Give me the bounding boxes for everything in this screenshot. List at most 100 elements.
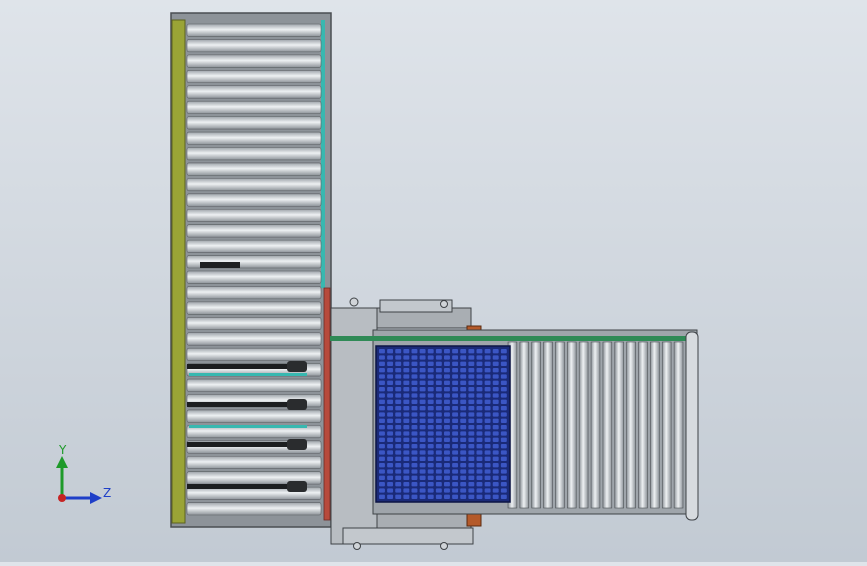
pallet-cell [419, 482, 426, 487]
pallet-cell [427, 368, 434, 373]
vertical-conveyor[interactable] [170, 12, 332, 528]
pallet-cell [379, 456, 385, 461]
pallet-cell [379, 412, 385, 417]
pallet-cell [395, 456, 402, 461]
pallet-cell [403, 406, 410, 411]
conveyor-assembly-model[interactable]: Y Z [0, 0, 867, 562]
pallet-cell [452, 393, 459, 398]
pallet-cell [460, 406, 467, 411]
roller [186, 224, 322, 238]
pallet-cell [419, 450, 426, 455]
pallet-cell [460, 387, 467, 392]
pallet-cell [468, 374, 475, 379]
pallet-cell [395, 482, 402, 487]
pallet-cell [435, 349, 442, 354]
pallet-cell [403, 475, 410, 480]
vertical-conveyor-cyan-rail [321, 20, 325, 288]
pallet-cell [476, 456, 483, 461]
pallet-cell [492, 387, 499, 392]
roller [186, 39, 322, 53]
pallet-cell [500, 444, 507, 449]
pallet-cell [476, 418, 483, 423]
pallet-cell [419, 463, 426, 468]
pallet-cell [476, 355, 483, 360]
pallet-cell [395, 374, 402, 379]
roller [186, 455, 322, 469]
pallet-cell [460, 456, 467, 461]
pallet-cell [476, 368, 483, 373]
pallet-cell [460, 361, 467, 366]
roller [555, 341, 565, 509]
pallet-cell [387, 412, 394, 417]
plastic-pallet[interactable] [375, 345, 511, 503]
pallet-cell [387, 437, 394, 442]
roller [602, 341, 613, 509]
pallet-cell [468, 431, 475, 436]
pallet-cell [427, 355, 434, 360]
pallet-cell [492, 463, 499, 468]
pallet-cell [476, 488, 483, 493]
pallet-cell [444, 418, 450, 423]
pallet-cell [460, 399, 467, 404]
pallet-cell [427, 488, 434, 493]
pallet-cell [411, 450, 418, 455]
pallet-cell [468, 393, 475, 398]
pallet-cell [484, 450, 491, 455]
pallet-cell [395, 450, 402, 455]
pallet-cell [492, 418, 499, 423]
pallet-cell [476, 361, 483, 366]
pallet-cell [403, 355, 410, 360]
pallet-cell [395, 380, 402, 385]
pallet-cell [411, 482, 418, 487]
cyan-guide [189, 425, 307, 428]
pallet-cell [452, 482, 459, 487]
pallet-cell [411, 494, 418, 499]
pallet-cell [419, 425, 426, 430]
motor-icon [287, 481, 307, 492]
pallet-cell [411, 475, 418, 480]
pallet-cell [387, 494, 394, 499]
pallet-cell [403, 488, 410, 493]
bolt-icon [440, 542, 448, 550]
cad-viewport[interactable]: Y Z [0, 0, 867, 562]
pallet-cell [427, 387, 434, 392]
pallet-cell [395, 393, 402, 398]
pallet-cell [500, 380, 507, 385]
pallet-cell [411, 374, 418, 379]
pallet-cell [395, 475, 402, 480]
pallet-cell [427, 349, 434, 354]
pallet-cell [387, 418, 394, 423]
pallet-cell [427, 494, 434, 499]
pallet-cell [419, 380, 426, 385]
pallet-cell [411, 444, 418, 449]
pallet-cell [444, 399, 450, 404]
pallet-cell [419, 456, 426, 461]
pallet-cell [403, 469, 410, 474]
pallet-cell [476, 380, 483, 385]
pallet-cell [484, 412, 491, 417]
pallet-cell [460, 349, 467, 354]
pallet-cell [468, 355, 475, 360]
roller [186, 116, 322, 130]
pallet-cell [468, 418, 475, 423]
pallet-cell [379, 475, 385, 480]
cyan-guide [189, 373, 307, 376]
pallet-cell [403, 425, 410, 430]
pallet-cell [395, 488, 402, 493]
origin-icon [58, 494, 66, 502]
pallet-cell [492, 399, 499, 404]
pallet-cell [452, 463, 459, 468]
pallet-cell [427, 463, 434, 468]
pallet-cell [452, 475, 459, 480]
pallet-cell [395, 418, 402, 423]
pallet-cell [452, 406, 459, 411]
pallet-cell [435, 456, 442, 461]
z-axis-arrowhead-icon [90, 492, 102, 504]
pallet-cell [379, 488, 385, 493]
pallet-cell [411, 393, 418, 398]
pallet-cell [379, 450, 385, 455]
pallet-cell [379, 482, 385, 487]
pallet-cell [387, 368, 394, 373]
roller [590, 341, 601, 509]
pallet-cell [492, 380, 499, 385]
